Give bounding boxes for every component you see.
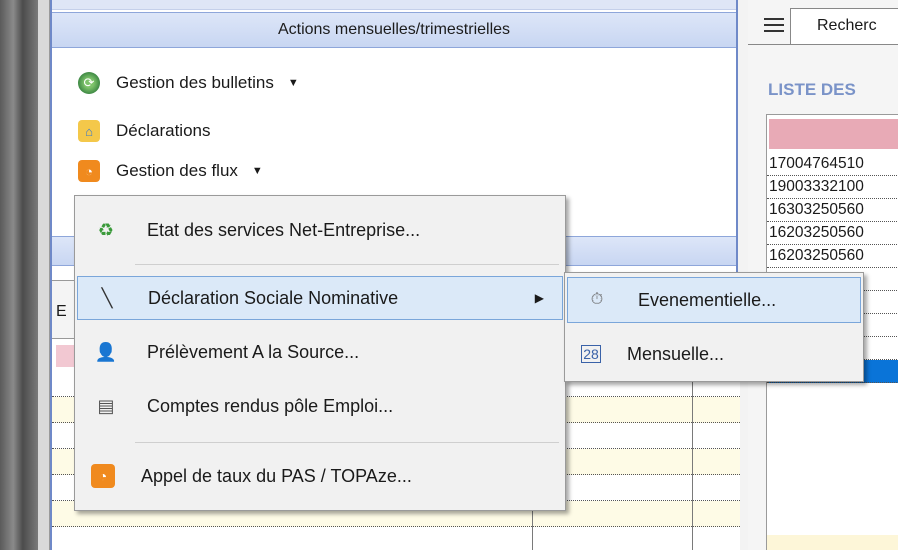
menu-item-dsn[interactable]: ╲ Déclaration Sociale Nominative ▶ xyxy=(77,276,563,320)
menu-item-etat-services[interactable]: ♻ Etat des services Net-Entreprise... xyxy=(77,208,563,252)
list-header-row xyxy=(769,119,898,149)
rss-icon: ◔ xyxy=(78,160,100,182)
menu-item-label: Comptes rendus pôle Emploi... xyxy=(147,395,394,416)
submenu-item-label: Evenementielle... xyxy=(638,289,777,310)
action-gestion-flux[interactable]: ◔ Gestion des flux ▼ xyxy=(78,160,263,182)
action-label: Gestion des flux xyxy=(116,161,238,180)
submenu-arrow-icon: ▶ xyxy=(534,291,544,305)
action-gestion-bulletins[interactable]: ⟳ Gestion des bulletins ▼ xyxy=(78,72,299,94)
chevron-down-icon[interactable]: ▼ xyxy=(288,77,299,89)
submenu: ⏱ Evenementielle... 28 Mensuelle... xyxy=(564,272,864,382)
chevron-down-icon[interactable]: ▼ xyxy=(252,165,263,177)
menu-separator xyxy=(135,442,559,443)
calendar-icon: 28 xyxy=(581,345,601,363)
list-title: LISTE DES xyxy=(768,80,856,99)
grid-header-label: E xyxy=(56,303,67,320)
table-row[interactable] xyxy=(52,527,740,550)
list-item[interactable]: 19003332100 xyxy=(767,176,898,199)
tab-recherche[interactable]: Recherc xyxy=(790,8,898,44)
tab-divider xyxy=(748,44,898,45)
menu-item-prelevement[interactable]: 👤 Prélèvement A la Source... xyxy=(77,330,563,374)
list-item[interactable]: 16303250560 xyxy=(767,199,898,222)
submenu-item-mensuelle[interactable]: 28 Mensuelle... xyxy=(567,331,861,377)
menu-item-comptes-rendus[interactable]: ▤ Comptes rendus pôle Emploi... xyxy=(77,384,563,428)
rss-icon: ◔ xyxy=(91,464,115,488)
action-declarations[interactable]: ⌂ Déclarations xyxy=(78,120,211,142)
stopwatch-icon: ⏱ xyxy=(590,291,604,308)
context-menu: ♻ Etat des services Net-Entreprise... ╲ … xyxy=(74,195,566,511)
menu-item-label: Prélèvement A la Source... xyxy=(147,341,360,362)
menu-separator xyxy=(135,264,559,265)
list-footer xyxy=(767,535,898,550)
menu-item-appel-taux[interactable]: ◔ Appel de taux du PAS / TOPAze... xyxy=(77,454,563,498)
action-label: Déclarations xyxy=(116,121,211,140)
panel-header: Actions mensuelles/trimestrielles xyxy=(52,12,736,48)
house-icon: ⌂ xyxy=(78,120,100,142)
printer-icon: ▤ xyxy=(97,395,115,416)
menu-icon[interactable] xyxy=(764,18,784,36)
pen-icon: ╲ xyxy=(101,287,113,308)
panel-top-strip xyxy=(52,0,736,10)
list-item[interactable]: 16203250560 xyxy=(767,222,898,245)
globe-refresh-icon: ⟳ xyxy=(78,72,100,94)
list-item[interactable]: 16203250560 xyxy=(767,245,898,268)
list-item[interactable]: 17004764510 xyxy=(767,153,898,176)
background-border xyxy=(38,0,50,550)
menu-item-label: Etat des services Net-Entreprise... xyxy=(147,219,421,240)
background-strip xyxy=(0,0,38,550)
menu-item-label: Appel de taux du PAS / TOPAze... xyxy=(141,465,412,486)
person-money-icon: 👤 xyxy=(94,341,118,362)
submenu-item-evenementielle[interactable]: ⏱ Evenementielle... xyxy=(567,277,861,323)
menu-item-label: Déclaration Sociale Nominative xyxy=(148,287,399,308)
action-label: Gestion des bulletins xyxy=(116,73,274,92)
recycle-icon: ♻ xyxy=(97,219,115,240)
submenu-item-label: Mensuelle... xyxy=(627,343,725,364)
